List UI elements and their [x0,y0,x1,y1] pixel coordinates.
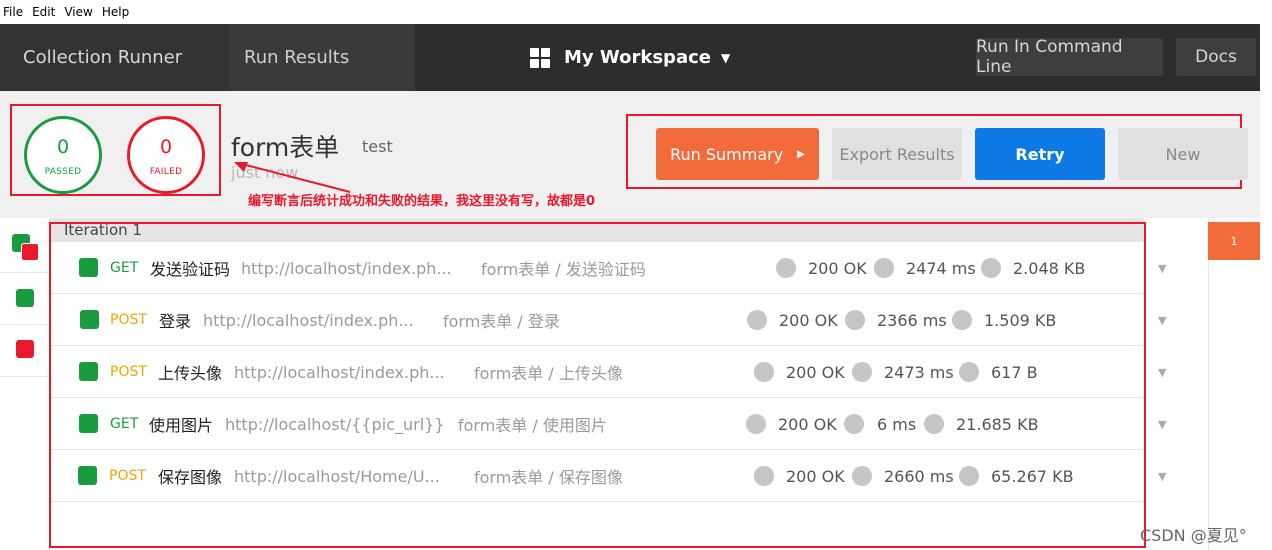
workspace-switcher[interactable]: My Workspace ▼ [530,24,730,91]
iteration-sidebar [1208,218,1260,550]
breadcrumb-run-results[interactable]: Run Results [220,24,415,91]
pass-square-icon[interactable] [16,289,34,307]
divider [0,324,50,325]
app-header: Run Results Collection Runner My Workspa… [0,24,1260,91]
breadcrumb-arrow [205,24,225,90]
divider [0,272,50,273]
iteration-status-column [0,218,50,550]
menu-view[interactable]: View [64,5,92,19]
environment-name: test [362,137,393,156]
docs-button[interactable]: Docs [1176,38,1256,76]
menu-help[interactable]: Help [102,5,129,19]
failed-counter: 0 FAILED [127,116,205,194]
chevron-down-icon[interactable]: ▼ [1158,346,1166,398]
chevron-down-icon[interactable]: ▼ [1158,294,1166,346]
breadcrumb-collection-runner[interactable]: Collection Runner [0,24,230,91]
chevron-down-icon[interactable]: ▼ [1158,398,1166,450]
iteration-badge[interactable]: 1 [1208,222,1260,260]
passed-count: 0 [56,136,70,158]
menu-edit[interactable]: Edit [32,5,55,19]
chevron-down-icon[interactable]: ▼ [1158,242,1166,294]
play-icon: ▶ [797,148,805,160]
caret-down-icon: ▼ [720,50,731,65]
annotation-note: 编写断言后统计成功和失败的结果，我这里没有写，故都是0 [248,194,596,209]
breadcrumb-collection-runner-label: Collection Runner [23,47,183,68]
breadcrumb-arrow [395,24,415,90]
workspace-grid-icon [530,47,550,68]
run-in-command-line-button[interactable]: Run In Command Line [976,37,1163,77]
menu-bar: File Edit View Help [0,0,1272,24]
passed-counter: 0 PASSED [24,116,102,194]
divider [0,376,50,377]
watermark: CSDN @夏见° [1140,526,1247,545]
fail-square-icon [21,243,39,261]
annotation-highlight-results [49,222,1146,548]
fail-square-icon[interactable] [16,340,34,358]
menu-file[interactable]: File [3,5,23,19]
passed-label: PASSED [44,167,82,177]
workspace-name: My Workspace [564,47,711,68]
retry-button[interactable]: Retry [975,128,1105,180]
export-results-button[interactable]: Export Results [832,128,962,180]
breadcrumb-run-results-label: Run Results [244,47,350,68]
new-button[interactable]: New [1118,128,1248,180]
run-summary-label: Run Summary [670,144,784,164]
failed-count: 0 [159,136,173,158]
run-summary-button[interactable]: Run Summary ▶ [656,128,819,180]
chevron-down-icon[interactable]: ▼ [1158,450,1166,502]
failed-label: FAILED [149,167,183,177]
collection-runner-page: File Edit View Help Run Results Collecti… [0,0,1272,550]
